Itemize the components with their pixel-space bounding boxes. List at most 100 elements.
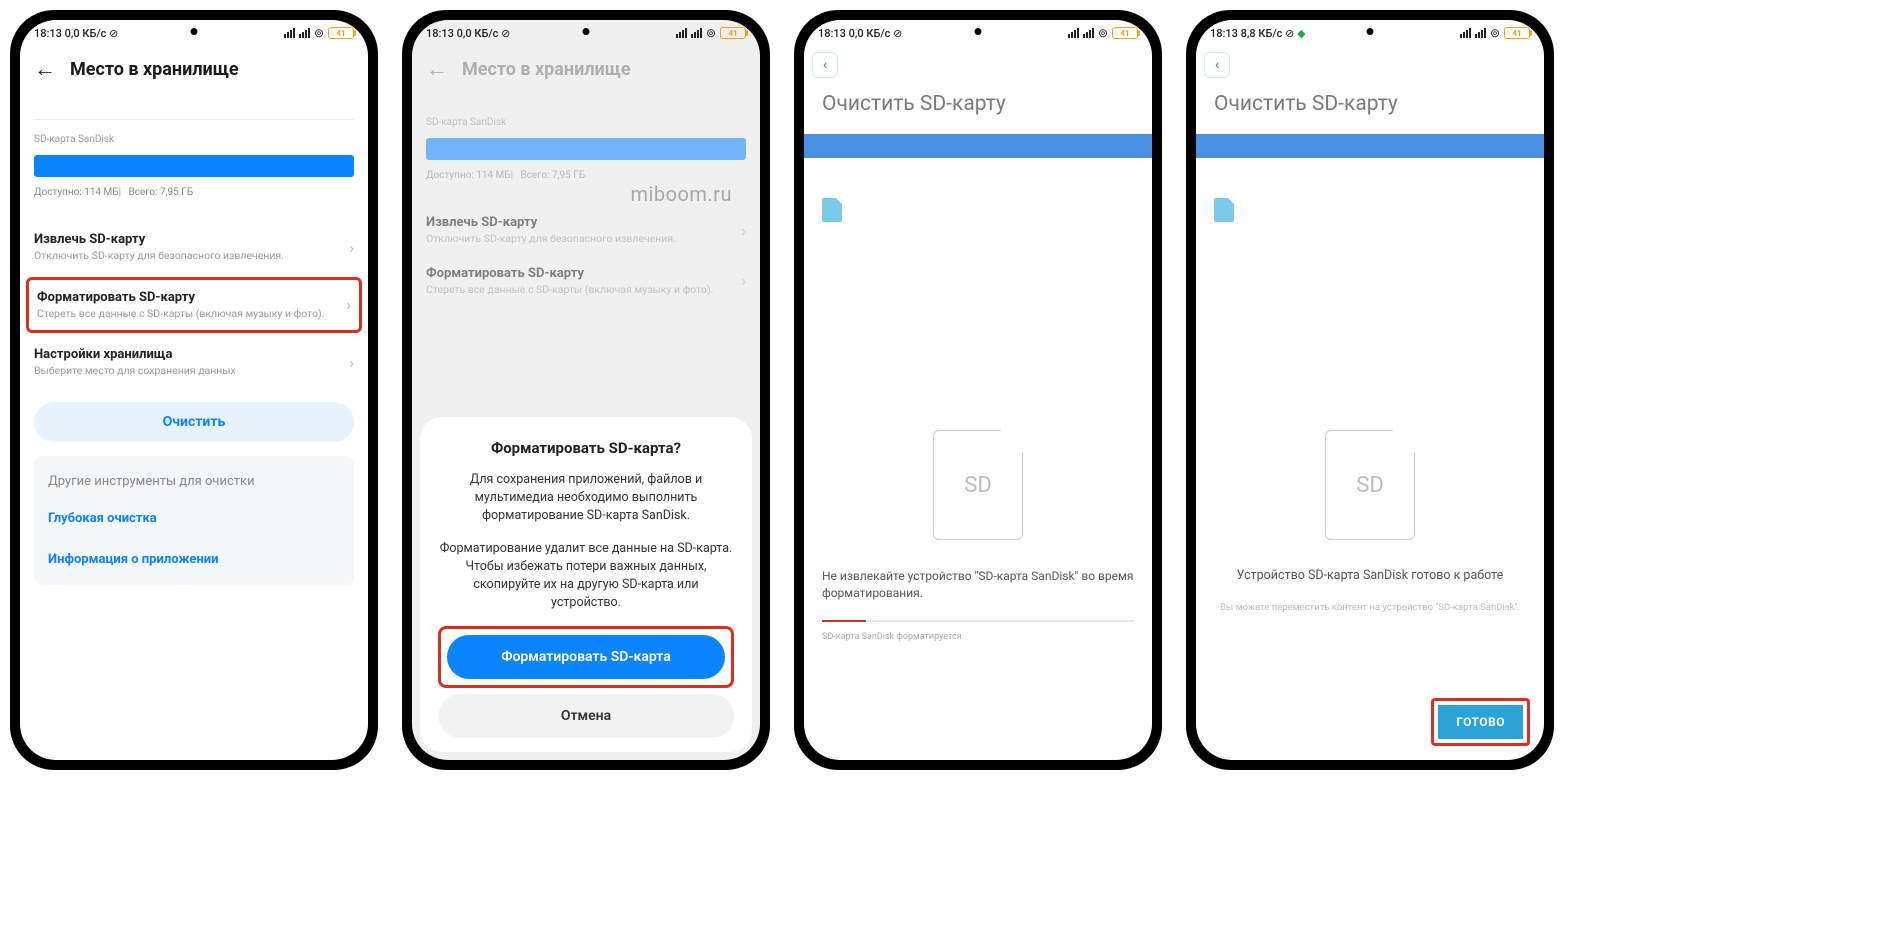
status-left: 18:13 0,0 КБ/с ⊘ <box>426 27 510 40</box>
app-bar: ← Место в хранилище <box>412 46 760 88</box>
sd-text: SD <box>964 473 992 498</box>
wifi-icon: ⊚ <box>706 26 716 40</box>
page-title: Очистить SD-карту <box>1196 92 1544 134</box>
back-button[interactable]: ‹ <box>1204 52 1230 78</box>
sync-icon: ◆ <box>1297 27 1305 40</box>
signal-icon <box>1460 28 1471 38</box>
storage-stats: Доступно: 114 МБ| Всего: 7,95 ГБ <box>34 187 354 198</box>
format-sd-option[interactable]: Форматировать SD-карту Стереть все данны… <box>37 286 351 325</box>
ready-subtext: Вы можете переместить контент на устройс… <box>1214 602 1526 613</box>
done-button[interactable]: ГОТОВО <box>1438 705 1523 739</box>
ready-text: Устройство SD-карта SanDisk готово к раб… <box>1214 568 1526 583</box>
format-confirm-button[interactable]: Форматировать SD-карта <box>447 635 725 679</box>
status-right: ⊚ 41 <box>284 26 354 40</box>
camera-notch <box>975 28 982 35</box>
battery-icon: 41 <box>720 27 746 39</box>
screen-4: 18:13 8,8 КБ/с ⊘ ◆ ⊚ 41 ‹ Очистить SD-ка… <box>1196 20 1544 760</box>
other-tools-box: Другие инструменты для очистки Глубокая … <box>34 456 354 585</box>
dnd-icon: ⊘ <box>893 27 902 40</box>
deep-clean-link[interactable]: Глубокая очистка <box>48 511 340 526</box>
sd-card-label: SD-карта SanDisk <box>34 134 354 145</box>
storage-progress-bar <box>426 138 746 160</box>
storage-progress-bar <box>34 155 354 177</box>
dnd-icon: ⊘ <box>109 27 118 40</box>
app-bar: ← Место в хранилище <box>20 46 368 88</box>
phone-frame-2: 18:13 0,0 КБ/с ⊘ ⊚ 41 ← Место в хранилищ… <box>402 10 770 770</box>
available-text: Доступно: 114 МБ| <box>34 187 121 198</box>
storage-settings-option[interactable]: Настройки хранилища Выберите место для с… <box>34 337 354 388</box>
cancel-button[interactable]: Отмена <box>438 694 734 738</box>
dnd-icon: ⊘ <box>1285 27 1294 40</box>
chevron-right-icon: › <box>349 238 354 257</box>
phone-frame-1: 18:13 0,0 КБ/с ⊘ ⊚ 41 ← Место в хранилищ… <box>10 10 378 770</box>
status-speed: 0,0 КБ/с <box>65 27 107 40</box>
progress-fill <box>822 620 866 622</box>
accent-band <box>804 134 1152 158</box>
eject-subtitle: Отключить SD-карту для безопасного извле… <box>426 232 676 246</box>
signal-icon-2 <box>691 28 702 38</box>
signal-icon <box>1068 28 1079 38</box>
eject-sd-option[interactable]: Извлечь SD-карту Отключить SD-карту для … <box>34 222 354 273</box>
sd-card-large-icon: SD <box>1325 430 1415 540</box>
content: SD-карта SanDisk Доступно: 114 МБ| Всего… <box>20 88 368 760</box>
storage-stats: Доступно: 114 МБ| Всего: 7,95 ГБ <box>426 170 746 181</box>
dnd-icon: ⊘ <box>501 27 510 40</box>
sd-card-large-icon: SD <box>933 430 1023 540</box>
sd-card-label: SD-карта SanDisk <box>426 117 746 128</box>
eject-title: Извлечь SD-карту <box>34 232 284 247</box>
camera-notch <box>1367 28 1374 35</box>
status-right: ⊚ 41 <box>1460 26 1530 40</box>
chevron-right-icon: › <box>741 271 746 290</box>
format-progress-label: SD-карта SanDisk форматируется <box>822 632 962 642</box>
status-left: 18:13 0,0 КБ/с ⊘ <box>818 27 902 40</box>
wifi-icon: ⊚ <box>1098 26 1108 40</box>
signal-icon-2 <box>299 28 310 38</box>
storage-size-truncated <box>34 88 354 105</box>
page-title: Место в хранилище <box>70 59 239 80</box>
format-sd-option[interactable]: Форматировать SD-карту Стереть все данны… <box>426 256 746 307</box>
back-button[interactable]: ← <box>34 56 56 82</box>
status-time: 18:13 <box>1210 27 1238 40</box>
format-title: Форматировать SD-карту <box>37 290 324 305</box>
highlight-format-option: Форматировать SD-карту Стереть все данны… <box>26 277 362 334</box>
eject-sd-option[interactable]: Извлечь SD-карту Отключить SD-карту для … <box>426 205 746 256</box>
back-button[interactable]: ‹ <box>812 52 838 78</box>
camera-notch <box>583 28 590 35</box>
chevron-right-icon: › <box>349 353 354 372</box>
battery-icon: 41 <box>1504 27 1530 39</box>
status-time: 18:13 <box>34 27 62 40</box>
battery-icon: 41 <box>1112 27 1138 39</box>
sd-text: SD <box>1356 473 1384 498</box>
highlight-format-button: Форматировать SD-карта <box>438 626 734 688</box>
format-subtitle: Стереть все данные с SD-карты (включая м… <box>426 283 713 297</box>
sd-card-small-icon <box>822 198 842 222</box>
dialog-paragraph-1: Для сохранения приложений, файлов и муль… <box>438 471 734 525</box>
dialog-paragraph-2: Форматирование удалит все данные на SD-к… <box>438 540 734 613</box>
app-info-link[interactable]: Информация о приложении <box>48 552 340 567</box>
chevron-right-icon: › <box>741 221 746 240</box>
status-right: ⊚ 41 <box>1068 26 1138 40</box>
signal-icon-2 <box>1475 28 1486 38</box>
signal-icon-2 <box>1083 28 1094 38</box>
back-button[interactable]: ← <box>426 56 448 82</box>
status-speed: 0,0 КБ/с <box>849 27 891 40</box>
wifi-icon: ⊚ <box>1490 26 1500 40</box>
screen-2: 18:13 0,0 КБ/с ⊘ ⊚ 41 ← Место в хранилищ… <box>412 20 760 760</box>
signal-icon <box>676 28 687 38</box>
total-text: Всего: 7,95 ГБ <box>520 170 585 181</box>
status-speed: 8,8 КБ/с <box>1241 27 1283 40</box>
eject-subtitle: Отключить SD-карту для безопасного извле… <box>34 249 284 263</box>
watermark-text: miboom.ru <box>630 182 732 206</box>
status-time: 18:13 <box>426 27 454 40</box>
phone-frame-3: 18:13 0,0 КБ/с ⊘ ⊚ 41 ‹ Очистить SD-карт… <box>794 10 1162 770</box>
eject-title: Извлечь SD-карту <box>426 215 676 230</box>
format-title: Форматировать SD-карту <box>426 266 713 281</box>
page-title: Место в хранилище <box>462 59 631 80</box>
other-tools-heading: Другие инструменты для очистки <box>48 474 340 489</box>
clean-button[interactable]: Очистить <box>34 402 354 442</box>
chevron-right-icon: › <box>346 295 351 314</box>
sd-card-small-icon <box>1214 198 1234 222</box>
wifi-icon: ⊚ <box>314 26 324 40</box>
screen-1: 18:13 0,0 КБ/с ⊘ ⊚ 41 ← Место в хранилищ… <box>20 20 368 760</box>
format-dialog: Форматировать SD-карта? Для сохранения п… <box>420 417 752 752</box>
